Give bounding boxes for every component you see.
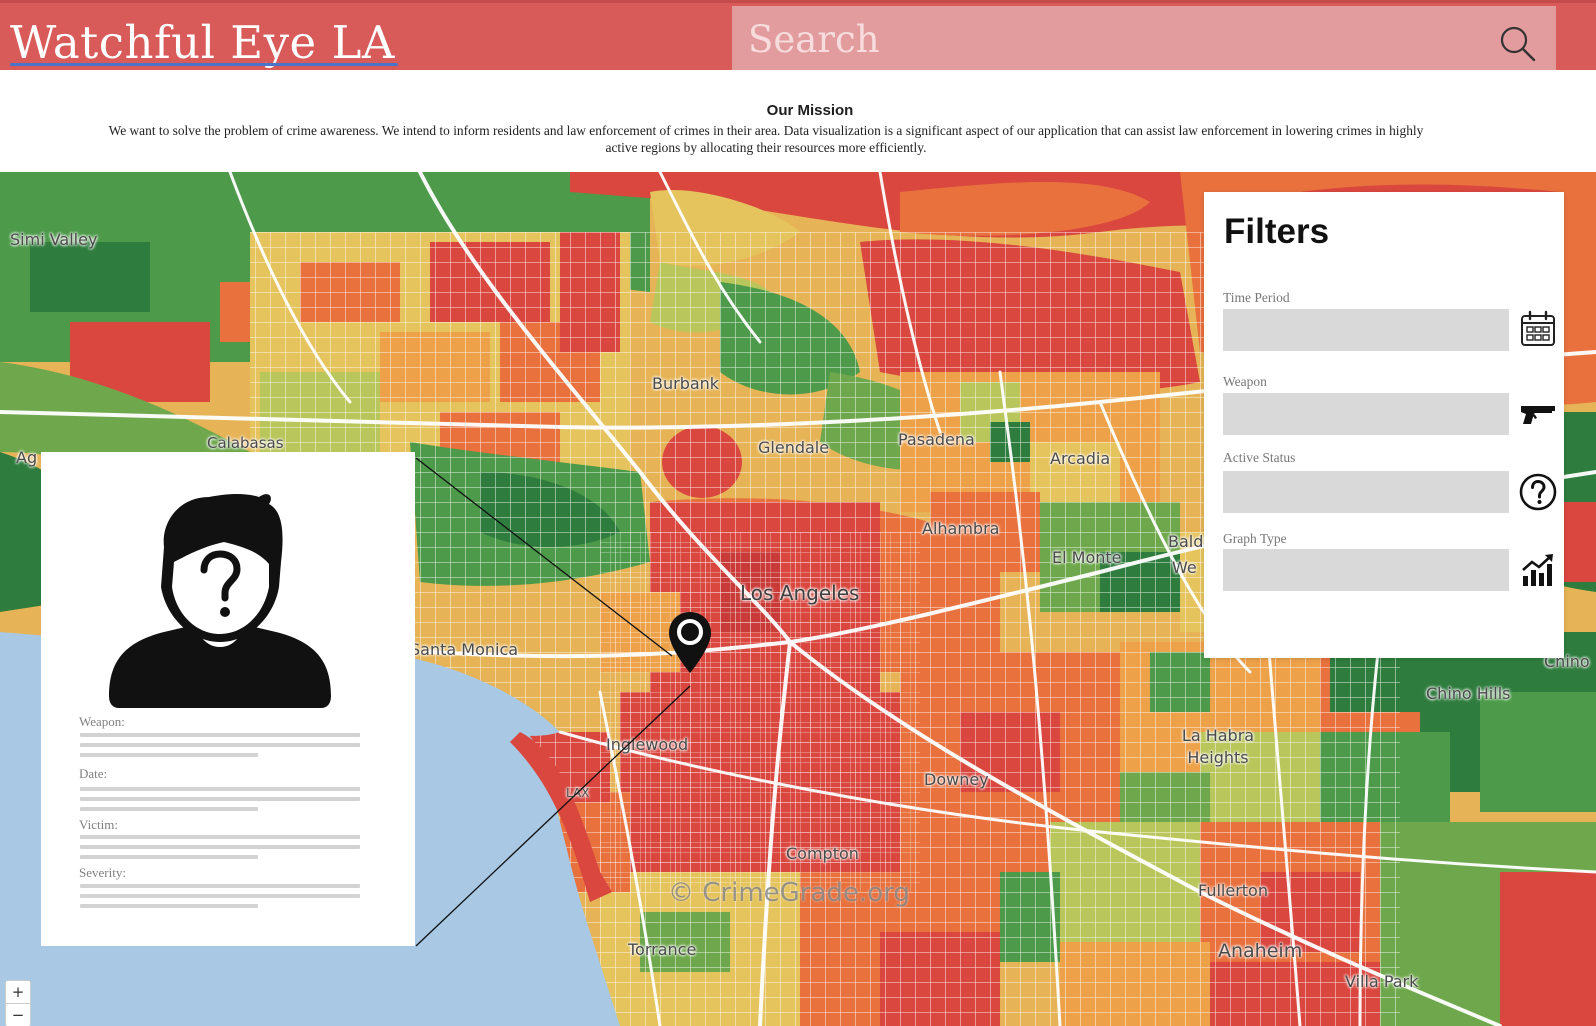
weapon-label: Weapon xyxy=(1223,374,1267,389)
gun-icon[interactable] xyxy=(1519,394,1557,432)
question-circle-icon[interactable] xyxy=(1519,473,1557,511)
weapon-placeholder-line xyxy=(80,733,360,737)
place-label: Santa Monica xyxy=(410,640,519,659)
zoom-out-button[interactable]: − xyxy=(6,1003,30,1026)
place-label: Compton xyxy=(786,844,859,863)
place-label: Burbank xyxy=(652,374,720,393)
active-status-field[interactable] xyxy=(1223,471,1509,513)
severity-detail-label: Severity: xyxy=(79,865,126,880)
filters-panel: Filters Time Period Weapon Active Status… xyxy=(1204,192,1564,658)
weapon-detail-label: Weapon: xyxy=(79,714,125,729)
header-bar: Watchful Eye LA xyxy=(0,0,1596,73)
date-placeholder-line xyxy=(80,807,258,811)
zoom-in-button[interactable]: + xyxy=(6,981,30,1003)
place-label: LAX xyxy=(566,786,590,800)
date-placeholder-line xyxy=(80,787,360,791)
mission-title: Our Mission xyxy=(766,102,854,119)
graph-type-label: Graph Type xyxy=(1223,531,1287,546)
filters-title: Filters xyxy=(1224,212,1330,251)
victim-placeholder-line xyxy=(80,835,360,839)
place-label: Anaheim xyxy=(1218,940,1303,962)
severity-placeholder-line xyxy=(80,894,360,898)
search-box xyxy=(732,6,1556,73)
place-label: We xyxy=(1172,558,1197,577)
place-label: Los Angeles xyxy=(740,581,860,605)
place-label: Glendale xyxy=(758,438,830,457)
place-label: Torrance xyxy=(628,940,697,959)
place-label: Simi Valley xyxy=(10,230,98,249)
unknown-person-icon xyxy=(109,493,331,708)
place-label: Alhambra xyxy=(922,519,1000,538)
zoom-control: + − xyxy=(5,980,31,1026)
bar-chart-icon[interactable] xyxy=(1519,550,1557,588)
calendar-icon[interactable] xyxy=(1519,310,1557,348)
weapon-placeholder-line xyxy=(80,743,360,747)
place-label: Arcadia xyxy=(1050,449,1111,468)
search-input[interactable] xyxy=(748,15,1448,63)
incident-detail-card: Weapon: Date: Victim: Severity: xyxy=(41,452,415,946)
mission-section: Our Mission We want to solve the problem… xyxy=(0,70,1596,172)
place-label: Ag xyxy=(16,448,38,467)
brand-underline xyxy=(10,63,398,66)
place-label: Fullerton xyxy=(1198,881,1268,900)
graph-type-field[interactable] xyxy=(1223,549,1509,591)
place-label: Chino Hills xyxy=(1426,684,1511,703)
date-detail-label: Date: xyxy=(79,766,108,781)
place-label: Villa Park xyxy=(1345,972,1419,991)
mission-text: We want to solve the problem of crime aw… xyxy=(108,123,1424,155)
active-status-label: Active Status xyxy=(1223,450,1296,465)
weapon-field[interactable] xyxy=(1223,393,1509,435)
place-label: Downey xyxy=(924,770,989,789)
victim-placeholder-line xyxy=(80,845,360,849)
location-pin-icon[interactable] xyxy=(666,610,714,676)
date-placeholder-line xyxy=(80,797,360,801)
weapon-placeholder-line xyxy=(80,753,258,757)
place-label: Inglewood xyxy=(606,735,689,754)
time-period-field[interactable] xyxy=(1223,309,1509,351)
place-label: El Monte xyxy=(1052,548,1122,567)
victim-placeholder-line xyxy=(80,855,258,859)
place-label: La Habra Heights xyxy=(1181,726,1255,767)
severity-placeholder-line xyxy=(80,884,360,888)
map-watermark: © CrimeGrade.org xyxy=(668,878,910,908)
place-label: Calabasas xyxy=(207,434,284,452)
severity-placeholder-line xyxy=(80,904,258,908)
time-period-label: Time Period xyxy=(1223,290,1290,305)
victim-detail-label: Victim: xyxy=(79,817,118,832)
brand-title[interactable]: Watchful Eye LA xyxy=(10,17,395,69)
search-icon[interactable] xyxy=(1498,24,1538,64)
place-label: Pasadena xyxy=(898,430,975,449)
